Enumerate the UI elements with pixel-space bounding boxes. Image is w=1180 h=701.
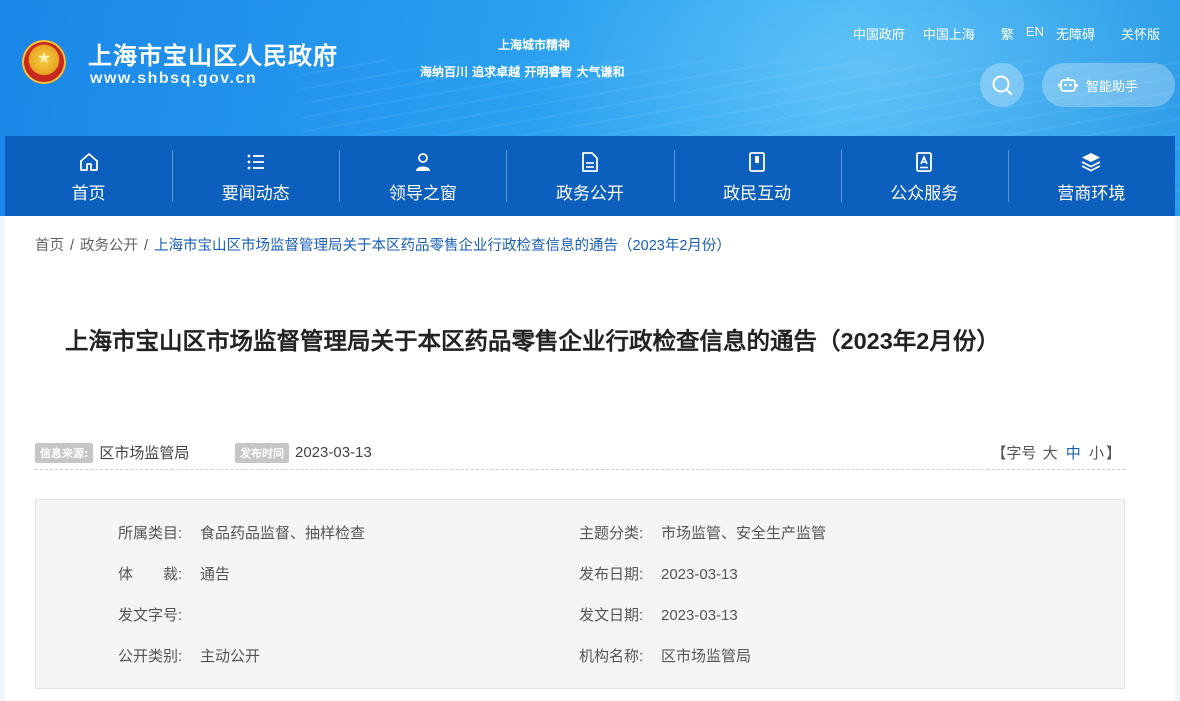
breadcrumb-separator: / <box>70 238 75 254</box>
font-size-prefix: 【字号 <box>991 445 1037 462</box>
link-traditional[interactable]: 繁 <box>1001 24 1014 43</box>
info-doc-date: 发文日期: 2023-03-13 <box>579 604 738 625</box>
link-shanghai[interactable]: 中国上海 <box>923 24 975 43</box>
person-icon <box>415 152 430 171</box>
breadcrumb: 首页 / 政务公开 / 上海市宝山区市场监督管理局关于本区药品零售企业行政检查信息的通告… <box>35 234 731 255</box>
main-nav: 首页 要闻动态 领导之窗 政务公开 政民互动 公众服务 营商环境 <box>5 136 1175 216</box>
main-content: 首页 / 政务公开 / 上海市宝山区市场监督管理局关于本区药品零售企业行政检查信息的通告… <box>5 216 1175 701</box>
breadcrumb-home[interactable]: 首页 <box>35 238 64 254</box>
nav-label: 营商环境 <box>1057 183 1126 203</box>
document-icon <box>582 151 598 172</box>
assistant-label: 智能助手 <box>1086 78 1139 94</box>
info-label: 发文字号: <box>118 607 183 624</box>
smart-assistant-button[interactable]: 智能助手 <box>1042 63 1175 107</box>
info-label: 所属类目: <box>118 525 183 542</box>
font-size-control: 【字号 大 中 小】 <box>991 442 1121 463</box>
info-label: 公开类别: <box>118 648 183 665</box>
info-value: 2023-03-13 <box>661 607 738 624</box>
home-icon <box>79 152 98 171</box>
info-open-type: 公开类别: 主动公开 <box>118 645 260 666</box>
link-accessibility[interactable]: 无障碍 <box>1056 24 1095 43</box>
list-icon <box>247 154 264 169</box>
info-value: 区市场监管局 <box>661 648 752 665</box>
info-label: 机构名称: <box>579 648 644 665</box>
info-topic: 主题分类: 市场监管、安全生产监管 <box>579 522 826 543</box>
breadcrumb-section[interactable]: 政务公开 <box>80 238 138 254</box>
site-title[interactable]: 上海市宝山区人民政府 <box>88 36 338 71</box>
publish-info: 发布时间 2023-03-13 <box>235 442 372 463</box>
breadcrumb-separator: / <box>144 238 149 254</box>
site-url: www.shbsq.gov.cn <box>90 70 258 87</box>
info-label: 发文日期: <box>579 607 644 624</box>
nav-label: 政务公开 <box>555 183 624 203</box>
nav-item-public-service[interactable]: 公众服务 <box>840 136 1008 216</box>
link-china-gov[interactable]: 中国政府 <box>853 24 905 43</box>
nav-item-gov-affairs[interactable]: 政务公开 <box>506 136 673 216</box>
article-meta: 信息来源: 区市场监管局 发布时间 2023-03-13 【字号 大 中 小】 <box>35 440 1125 470</box>
city-spirit-motto: 海纳百川 追求卓越 开明睿智 大气谦和 <box>420 65 625 79</box>
nav-label: 领导之窗 <box>388 183 457 203</box>
breadcrumb-current[interactable]: 上海市宝山区市场监督管理局关于本区药品零售企业行政检查信息的通告（2023年2月… <box>154 238 731 254</box>
info-doc-number: 发文字号: <box>118 604 200 625</box>
robot-icon <box>1058 77 1078 92</box>
publish-date: 2023-03-13 <box>295 444 372 461</box>
nav-label: 政民互动 <box>723 183 792 203</box>
nav-item-news[interactable]: 要闻动态 <box>172 136 339 216</box>
nav-item-interaction[interactable]: 政民互动 <box>673 136 841 216</box>
service-icon <box>916 151 933 172</box>
info-value: 食品药品监督、抽样检查 <box>200 525 366 542</box>
source-tag: 信息来源: <box>35 442 94 463</box>
font-size-small[interactable]: 小 <box>1089 445 1104 462</box>
font-size-medium[interactable]: 中 <box>1066 445 1081 462</box>
national-emblem-icon[interactable]: ★ <box>22 40 66 84</box>
link-english[interactable]: EN <box>1026 24 1044 43</box>
city-spirit-title: 上海城市精神 <box>498 38 571 52</box>
nav-item-business[interactable]: 营商环境 <box>1007 136 1175 216</box>
info-organization: 机构名称: 区市场监管局 <box>579 645 751 666</box>
font-size-suffix: 】 <box>1105 445 1121 462</box>
info-category: 所属类目: 食品药品监督、抽样检查 <box>118 522 365 543</box>
page: ★ 上海市宝山区人民政府 www.shbsq.gov.cn 上海城市精神 海纳百… <box>0 0 1180 701</box>
article-title: 上海市宝山区市场监督管理局关于本区药品零售企业行政检查信息的通告（2023年2月… <box>65 328 1000 354</box>
info-value: 通告 <box>200 566 231 583</box>
info-label: 发布日期: <box>579 566 644 583</box>
font-size-large[interactable]: 大 <box>1043 445 1058 462</box>
info-value: 2023-03-13 <box>661 566 738 583</box>
info-value: 主动公开 <box>200 648 261 665</box>
info-label: 体 裁: <box>118 566 183 583</box>
layers-icon <box>1082 152 1101 172</box>
search-icon <box>992 75 1012 95</box>
nav-label: 公众服务 <box>890 183 959 203</box>
top-links: 中国政府 中国上海 繁 EN 无障碍 关怀版 <box>853 24 1160 43</box>
link-care-version[interactable]: 关怀版 <box>1121 24 1160 43</box>
info-value: 市场监管、安全生产监管 <box>661 525 827 542</box>
info-panel: 所属类目: 食品药品监督、抽样检查 主题分类: 市场监管、安全生产监管 体 裁: 通告… <box>35 499 1125 689</box>
nav-label: 首页 <box>71 183 106 203</box>
source-info: 信息来源: 区市场监管局 <box>35 442 189 463</box>
source-value: 区市场监管局 <box>99 445 190 462</box>
nav-label: 要闻动态 <box>221 183 290 203</box>
info-genre: 体 裁: 通告 <box>118 563 230 584</box>
interaction-icon <box>749 151 766 172</box>
nav-item-leaders[interactable]: 领导之窗 <box>339 136 506 216</box>
info-label: 主题分类: <box>579 525 644 542</box>
search-button[interactable] <box>980 63 1024 107</box>
info-release-date: 发布日期: 2023-03-13 <box>579 563 738 584</box>
publish-tag: 发布时间 <box>235 442 289 463</box>
nav-item-home[interactable]: 首页 <box>5 136 172 216</box>
